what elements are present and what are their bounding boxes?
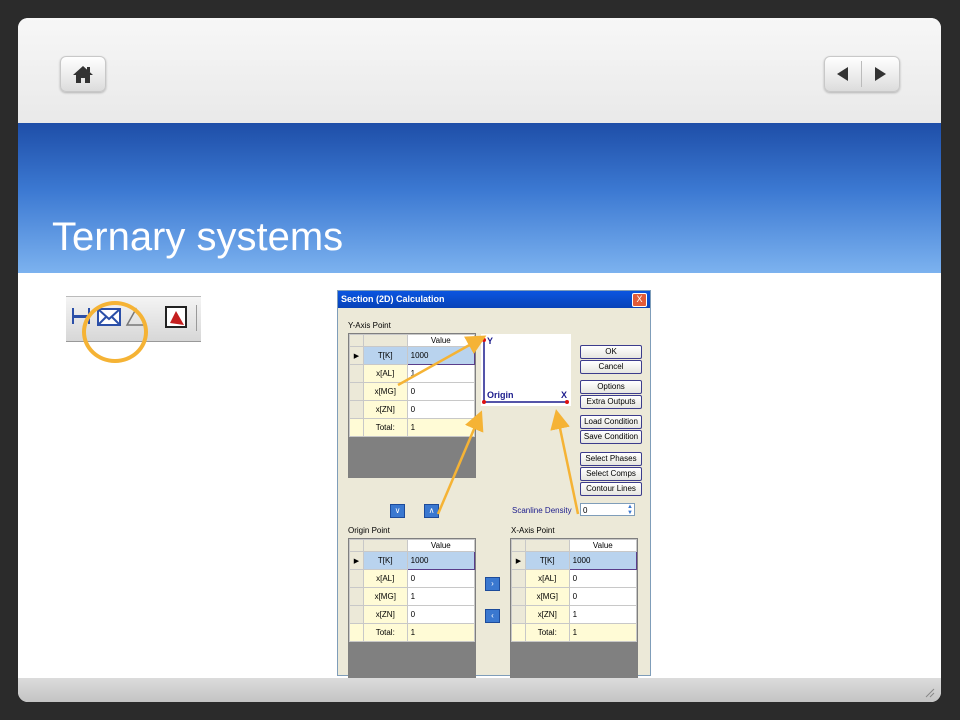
slide: Ternary systems Section (2D) Calculation… bbox=[18, 18, 941, 702]
annotation-arrows bbox=[397, 335, 580, 515]
footer-bar bbox=[18, 678, 941, 702]
resize-grip-icon[interactable] bbox=[923, 686, 935, 698]
